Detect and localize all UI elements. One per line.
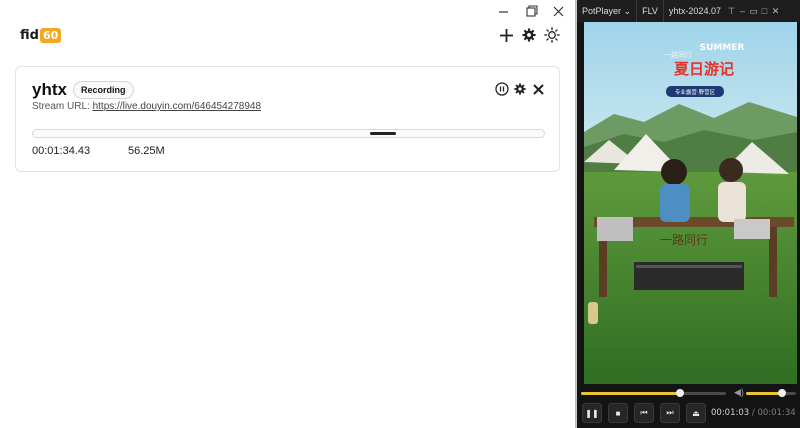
time-separator: / — [751, 408, 755, 418]
pause-icon: ❚❚ — [585, 408, 599, 418]
overlay-banner-top: 一路同行 — [664, 50, 692, 59]
file-size: 56.25M — [128, 145, 165, 157]
overlay-title-en: SUMMER — [700, 43, 745, 53]
stream-url-row: Stream URL: https://live.douyin.com/6464… — [32, 101, 261, 112]
player-close-icon[interactable]: ✕ — [770, 6, 781, 17]
previous-icon: ⏮ — [640, 408, 648, 417]
plus-icon[interactable] — [497, 26, 515, 44]
close-icon[interactable] — [543, 2, 573, 20]
card-gear-icon[interactable] — [513, 82, 527, 96]
volume-icon[interactable]: ◀) — [734, 387, 744, 398]
time-display: 00:01:03 / 00:01:34 — [711, 408, 796, 418]
stream-url-link[interactable]: https://live.douyin.com/646454278948 — [93, 101, 261, 112]
potplayer-window: PotPlayer ⌄ FLV yhtx-2024.07 ⊤ – ▭ □ ✕ 夏… — [577, 0, 800, 428]
recording-card: yhtx Recording Stream URL: https://live.… — [15, 66, 560, 172]
seek-handle[interactable] — [675, 389, 684, 397]
next-icon: ⏭ — [666, 408, 674, 417]
sun-icon[interactable] — [543, 26, 561, 44]
status-badge: Recording — [73, 81, 134, 99]
player-maximize-icon[interactable]: □ — [759, 6, 770, 16]
elapsed-time: 00:01:34.43 — [32, 145, 91, 157]
player-file-title: yhtx-2024.07 — [668, 6, 721, 16]
player-minimize-icon[interactable]: – — [737, 6, 748, 16]
recording-progress — [32, 129, 545, 138]
minimize-icon[interactable] — [488, 2, 518, 20]
player-app-name: PotPlayer — [582, 6, 622, 16]
pause-circle-icon[interactable] — [495, 82, 509, 96]
gear-icon[interactable] — [520, 26, 538, 44]
overlay-location: 专业露营·野营区 — [675, 88, 716, 96]
recorder-window: fid 60 yhtx Recording Stream URL: https:… — [0, 0, 576, 428]
seek-fill — [581, 392, 680, 395]
previous-button[interactable]: ⏮ — [634, 403, 654, 423]
overlay-title-cn: 夏日游记 — [673, 60, 734, 78]
recording-progress-fill — [370, 132, 396, 135]
stop-icon: ■ — [615, 408, 621, 418]
player-restore-icon[interactable]: ▭ — [748, 6, 759, 17]
total-time: 00:01:34 — [757, 408, 796, 418]
video-scene: 夏日游记 SUMMER 一路同行 专业露营·野营区 一路同行 — [584, 22, 797, 384]
stream-name: yhtx — [32, 80, 67, 99]
seek-bar[interactable] — [581, 389, 726, 397]
player-titlebar: PotPlayer ⌄ FLV yhtx-2024.07 ⊤ – ▭ □ ✕ — [577, 0, 800, 22]
eject-button[interactable]: ⏏ — [686, 403, 706, 423]
logo-badge: 60 — [39, 27, 62, 43]
card-close-icon[interactable] — [531, 82, 545, 96]
app-logo: fid 60 — [20, 26, 62, 44]
pin-icon[interactable]: ⊤ — [726, 6, 737, 17]
volume-handle[interactable] — [778, 389, 786, 397]
pause-button[interactable]: ❚❚ — [582, 403, 602, 423]
player-format: FLV — [637, 0, 664, 22]
volume-fill — [746, 392, 782, 395]
eject-icon: ⏏ — [692, 408, 700, 418]
volume-slider[interactable] — [746, 389, 796, 397]
stream-url-label: Stream URL: — [32, 101, 90, 112]
next-button[interactable]: ⏭ — [660, 403, 680, 423]
current-time: 00:01:03 — [711, 408, 750, 418]
stop-button[interactable]: ■ — [608, 403, 628, 423]
video-frame[interactable]: 夏日游记 SUMMER 一路同行 专业露营·野营区 一路同行 — [584, 22, 797, 384]
player-menu-button[interactable]: PotPlayer ⌄ — [577, 0, 638, 22]
logo-text: fid — [20, 27, 39, 43]
overlay-banner-table: 一路同行 — [660, 232, 708, 247]
